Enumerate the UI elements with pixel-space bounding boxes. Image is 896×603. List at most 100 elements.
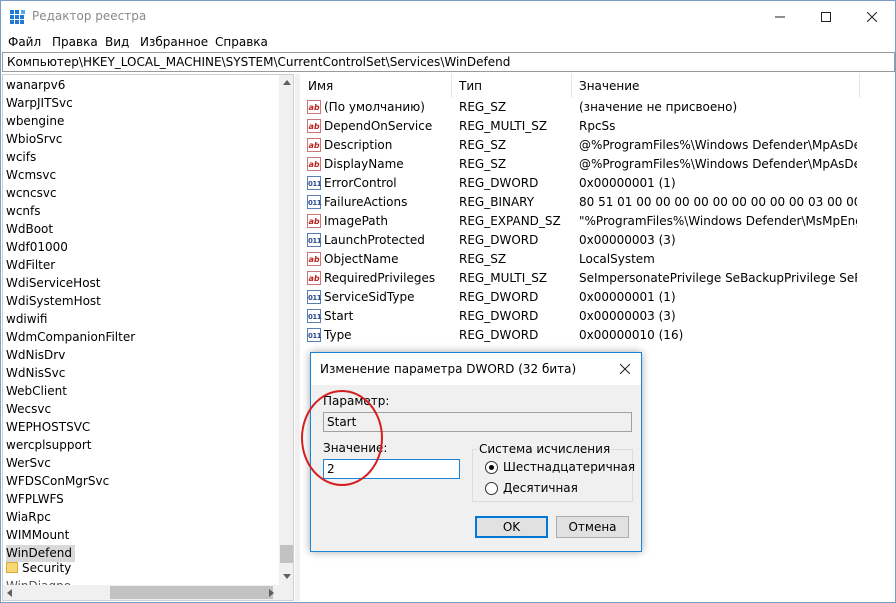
value-name: FailureActions [324,195,408,209]
value-name: Type [324,328,352,342]
scroll-down-arrow-icon[interactable] [283,574,291,579]
value-row[interactable]: 011 FailureActions REG_BINARY 80 51 01 00 0… [301,193,895,212]
decimal-radio-label[interactable]: Десятичная [503,481,578,495]
scroll-right-arrow-icon[interactable] [269,589,274,597]
value-data: @%ProgramFiles%\Windows Defender\MpAsDes… [579,157,857,171]
ok-button[interactable]: OK [475,516,548,538]
close-button[interactable] [849,1,895,32]
tree-item[interactable]: WIMMount [6,527,72,544]
tree-item[interactable]: Wcmsvc [6,167,59,184]
value-type: REG_BINARY [459,195,535,209]
tree-item[interactable]: WbioSrvc [6,131,65,148]
binary-value-icon: 011 [307,176,322,190]
value-row[interactable]: ab DependOnService REG_MULTI_SZ RpcSs [301,117,895,136]
scroll-up-arrow-icon[interactable] [283,80,291,85]
tree-item[interactable]: wcncsvc [6,185,60,202]
tree-item[interactable]: WdBoot [6,221,56,238]
hex-radio[interactable] [485,461,498,474]
string-value-icon: ab [307,157,321,171]
value-data: "%ProgramFiles%\Windows Defender\MsMpEng… [579,214,857,228]
window-title: Редактор реестра [32,9,147,23]
tree-item[interactable]: Wecsvc [6,401,54,418]
scroll-thumb[interactable] [280,545,293,563]
tree-item[interactable]: WarpJITSvc [6,95,76,112]
hex-radio-label[interactable]: Шестнадцатеричная [503,460,635,474]
registry-editor-icon [10,10,25,24]
tree-item[interactable]: WdiSystemHost [6,293,104,310]
parameter-label: Параметр: [323,394,390,408]
dialog-close-button[interactable] [609,353,641,385]
value-data: @%ProgramFiles%\Windows Defender\MpAsDes… [579,138,857,152]
value-name: ErrorControl [324,176,397,190]
cancel-button[interactable]: Отмена [556,516,629,538]
value-data: RpcSs [579,119,616,133]
string-value-icon: ab [307,138,321,152]
column-header-type[interactable]: Тип [452,74,572,98]
tree-item[interactable]: Wdf01000 [6,239,71,256]
tree-item[interactable]: WdmCompanionFilter [6,329,138,346]
value-row[interactable]: 011 ErrorControl REG_DWORD 0x00000001 (1) [301,174,895,193]
value-type: REG_EXPAND_SZ [459,214,561,228]
value-row[interactable]: ab DisplayName REG_SZ @%ProgramFiles%\Windo… [301,155,895,174]
tree-item[interactable]: wbengine [6,113,67,130]
tree-item-security[interactable]: Security [6,560,74,577]
tree-item[interactable]: wercplsupport [6,437,95,454]
value-row[interactable]: ab ImagePath REG_EXPAND_SZ "%ProgramFiles%\… [301,212,895,231]
value-row[interactable]: ab Description REG_SZ @%ProgramFiles%\Windo… [301,136,895,155]
maximize-button[interactable] [803,1,849,32]
tree-item[interactable]: WFDSConMgrSvc [6,473,112,490]
tree-item[interactable]: WebClient [6,383,70,400]
value-row[interactable]: 011 Type REG_DWORD 0x00000010 (16) [301,326,895,345]
tree-item[interactable]: WerSvc [6,455,54,472]
tree-item-partial: WinDiagno... [6,578,85,585]
tree-item[interactable]: wcnfs [6,203,44,220]
tree-item[interactable]: wanarpv6 [6,77,68,94]
base-group-label: Система исчисления [477,442,613,456]
tree-item[interactable]: wdiwifi [6,311,50,328]
tree-item[interactable]: WEPHOSTSVC [6,419,93,436]
maximize-icon [821,11,831,22]
address-bar[interactable]: Компьютер\HKEY_LOCAL_MACHINE\SYSTEM\Curr… [2,52,895,72]
tree-item[interactable]: WdFilter [6,257,58,274]
string-value-icon: ab [307,214,321,228]
value-row[interactable]: 011 ServiceSidType REG_DWORD 0x00000001 (1) [301,288,895,307]
value-row[interactable]: ab RequiredPrivileges REG_MULTI_SZ SeImpers… [301,269,895,288]
edit-dword-dialog: Изменение параметра DWORD (32 бита) Пара… [310,352,642,552]
value-data-input[interactable]: 2 [323,459,460,479]
tree-vertical-scrollbar[interactable] [279,75,293,585]
value-row[interactable]: ab ObjectName REG_SZ LocalSystem [301,250,895,269]
binary-value-icon: 011 [307,233,322,247]
tree-horizontal-scrollbar[interactable] [3,585,293,600]
tree-item[interactable]: WdiServiceHost [6,275,104,292]
menu-help[interactable]: Справка [215,35,268,49]
menu-file[interactable]: Файл [8,35,41,49]
value-data: 80 51 01 00 00 00 00 00 00 00 00 00 03 0… [579,195,857,209]
column-header-name[interactable]: Имя [301,74,452,98]
title-bar: Редактор реестра [1,1,895,32]
value-row[interactable]: ab (По умолчанию) REG_SZ (значение не присв… [301,98,895,117]
tree-item[interactable]: WFPLWFS [6,491,67,508]
menu-edit[interactable]: Правка [52,35,98,49]
decimal-radio[interactable] [485,482,498,495]
close-icon [867,11,877,22]
value-data: 0x00000010 (16) [579,328,684,342]
pane-splitter[interactable] [295,74,300,601]
value-type: REG_SZ [459,138,507,152]
minimize-button[interactable] [757,1,803,32]
string-value-icon: ab [307,271,321,285]
tree-item[interactable]: wcifs [6,149,39,166]
tree-item[interactable]: WdNisSvc [6,365,68,382]
value-name: ServiceSidType [324,290,415,304]
value-row[interactable]: 011 LaunchProtected REG_DWORD 0x00000003 (3… [301,231,895,250]
radio-selected-dot [489,465,494,470]
scroll-left-arrow-icon[interactable] [7,589,12,597]
column-header-value[interactable]: Значение [572,74,860,98]
parameter-name-field: Start [323,412,632,432]
menu-favorites[interactable]: Избранное [140,35,208,49]
tree-item[interactable]: WiaRpc [6,509,54,526]
scroll-thumb-horizontal[interactable] [110,586,273,599]
value-row[interactable]: 011 Start REG_DWORD 0x00000003 (3) [301,307,895,326]
menu-view[interactable]: Вид [105,35,129,49]
tree-item[interactable]: WdNisDrv [6,347,68,364]
value-type: REG_SZ [459,100,507,114]
